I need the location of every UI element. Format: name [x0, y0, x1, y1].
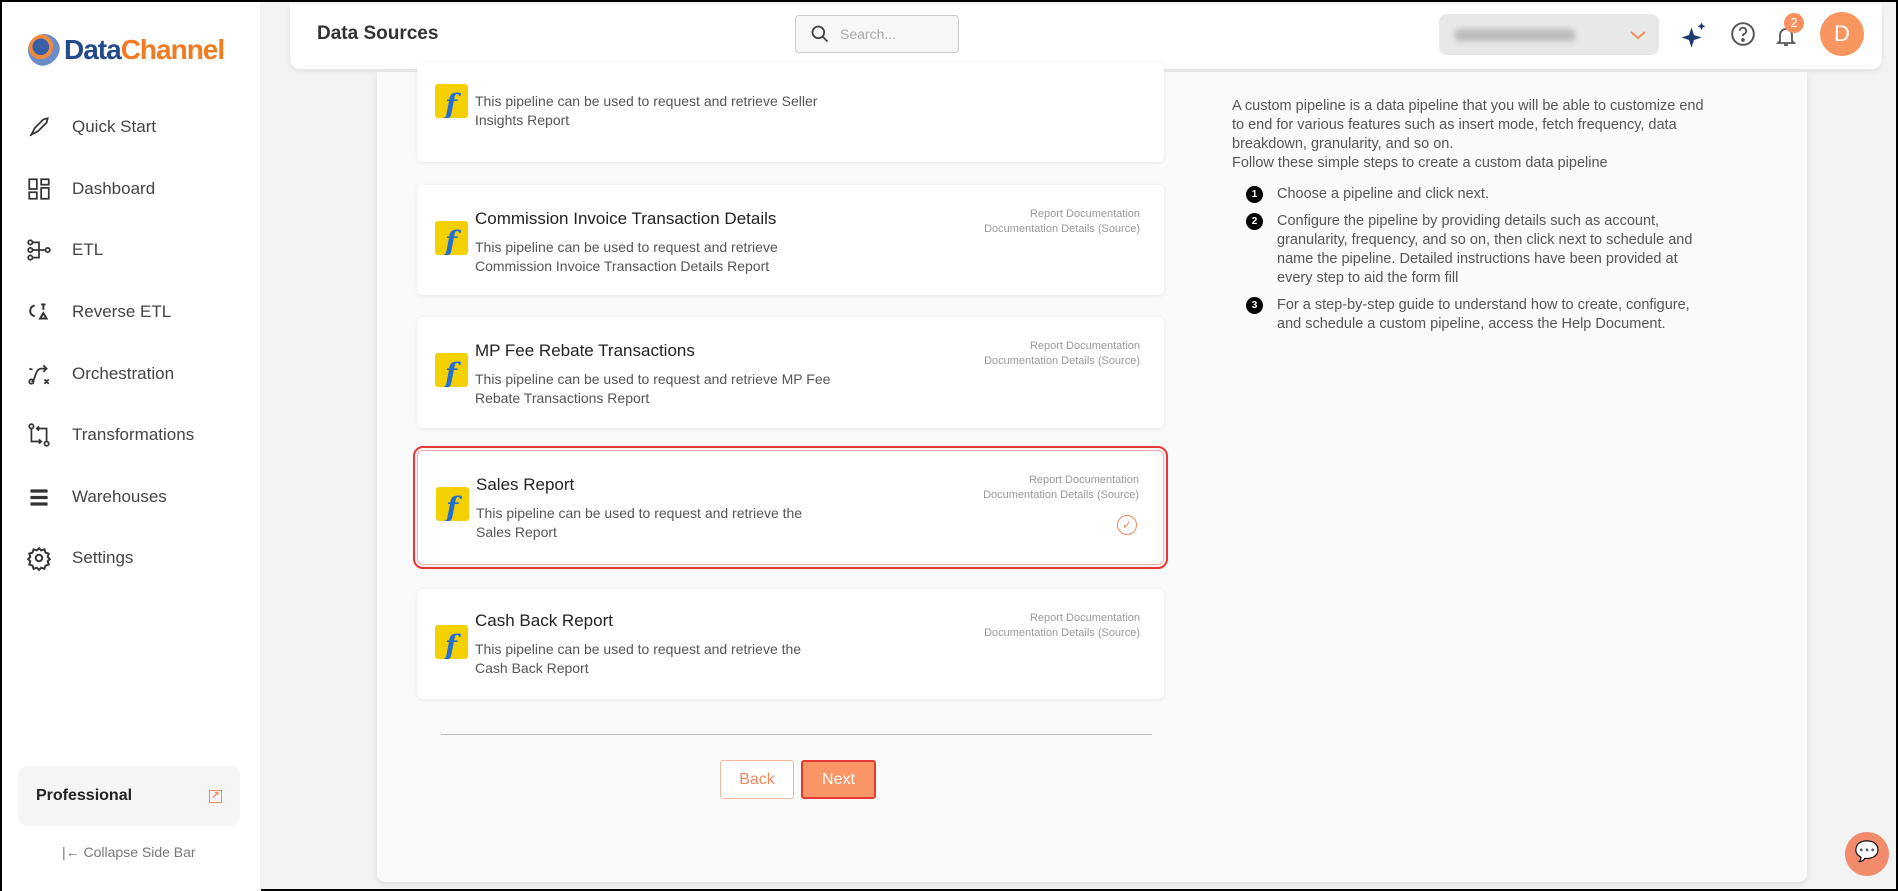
- search-placeholder: Search...: [840, 26, 897, 42]
- sidebar-item-label: Dashboard: [72, 179, 156, 198]
- datachannel-logo[interactable]: Data Channel: [28, 34, 225, 66]
- workspace-dropdown[interactable]: [1439, 14, 1659, 55]
- sidebar-item-label: Reverse ETL: [72, 302, 172, 321]
- flipkart-icon: f: [435, 625, 468, 659]
- plan-card[interactable]: Professional ↗: [18, 766, 240, 826]
- reverse-etl-icon: [29, 303, 49, 320]
- documentation-details-link[interactable]: Documentation Details (Source): [984, 626, 1140, 641]
- chevron-down-icon: [1630, 30, 1646, 39]
- divider: [441, 734, 1152, 735]
- selected-check-icon: ✓: [1117, 515, 1137, 535]
- sidebar: Data Channel Quick Start Dashboard ETL Re…: [2, 2, 261, 891]
- card-description: This pipeline can be used to request and…: [475, 93, 818, 128]
- pipeline-card[interactable]: f Commission Invoice Transaction Details…: [417, 185, 1164, 295]
- collapse-label: Collapse Side Bar: [83, 844, 196, 860]
- logo-mark-icon: [28, 34, 60, 66]
- card-description: This pipeline can be used to request and…: [475, 371, 831, 406]
- card-description: This pipeline can be used to request and…: [475, 239, 778, 274]
- gear-icon: [26, 546, 52, 571]
- help-icon[interactable]: [1730, 21, 1756, 47]
- card-description: This pipeline can be used to request and…: [475, 641, 802, 676]
- step-number: 3: [1246, 297, 1263, 314]
- card-title: MP Fee Rebate Transactions: [475, 341, 695, 360]
- sidebar-item-reverse-etl[interactable]: Reverse ETL: [26, 299, 171, 325]
- sidebar-item-transformations[interactable]: Transformations: [26, 422, 194, 448]
- sidebar-item-etl[interactable]: ETL: [26, 237, 103, 263]
- card-title: Commission Invoice Transaction Details: [475, 209, 777, 228]
- transformations-icon: [28, 423, 50, 447]
- step-text: For a step-by-step guide to understand h…: [1277, 297, 1690, 332]
- step-item: 1 Choose a pipeline and click next.: [1232, 185, 1712, 204]
- flipkart-icon: f: [435, 221, 468, 255]
- card-title: Cash Back Report: [475, 611, 613, 630]
- report-documentation-link[interactable]: Report Documentation: [984, 207, 1140, 222]
- documentation-details-link[interactable]: Documentation Details (Source): [983, 488, 1139, 503]
- main-panel: f This pipeline can be used to request a…: [377, 62, 1807, 882]
- search-icon: [811, 25, 829, 43]
- sidebar-item-quick-start[interactable]: Quick Start: [26, 114, 156, 140]
- external-link-icon[interactable]: ↗: [209, 789, 222, 803]
- avatar[interactable]: D: [1820, 12, 1864, 56]
- sidebar-item-label: Settings: [72, 548, 134, 567]
- instructions-panel: A custom pipeline is a data pipeline tha…: [1232, 97, 1712, 342]
- back-button[interactable]: Back: [720, 760, 794, 799]
- workspace-name-blurred: [1455, 28, 1575, 41]
- rocket-icon: [29, 117, 49, 137]
- card-description: This pipeline can be used to request and…: [476, 505, 803, 540]
- documentation-details-link[interactable]: Documentation Details (Source): [984, 222, 1140, 237]
- sidebar-item-dashboard[interactable]: Dashboard: [26, 176, 155, 202]
- flipkart-icon: f: [436, 487, 469, 521]
- sidebar-item-label: Warehouses: [72, 487, 167, 506]
- pipeline-card[interactable]: f Cash Back Report This pipeline can be …: [417, 589, 1164, 699]
- plan-name: Professional: [36, 787, 133, 804]
- step-text: Configure the pipeline by providing deta…: [1277, 213, 1693, 286]
- documentation-details-link[interactable]: Documentation Details (Source): [984, 354, 1140, 369]
- logo-text-data: Data: [64, 34, 122, 65]
- chat-bubble-icon: 💬: [1854, 841, 1880, 863]
- next-button[interactable]: Next: [801, 760, 876, 799]
- sidebar-item-label: Quick Start: [72, 117, 157, 136]
- search-input[interactable]: Search...: [795, 15, 959, 53]
- orchestration-icon: [28, 364, 50, 385]
- collapse-sidebar-button[interactable]: |← Collapse Side Bar: [62, 844, 196, 860]
- flipkart-icon: f: [435, 84, 468, 118]
- step-item: 3 For a step-by-step guide to understand …: [1232, 296, 1712, 334]
- flipkart-icon: f: [435, 353, 468, 387]
- warehouses-icon: [30, 489, 48, 506]
- step-item: 2 Configure the pipeline by providing det…: [1232, 212, 1712, 288]
- pipeline-card[interactable]: f This pipeline can be used to request a…: [417, 62, 1164, 162]
- chat-support-button[interactable]: 💬: [1845, 832, 1889, 876]
- page-title: Data Sources: [317, 23, 439, 44]
- sidebar-item-warehouses[interactable]: Warehouses: [26, 484, 167, 510]
- follow-steps-text: Follow these simple steps to create a cu…: [1232, 155, 1608, 171]
- step-number: 1: [1246, 186, 1263, 203]
- sidebar-item-label: Transformations: [72, 425, 195, 444]
- report-documentation-link[interactable]: Report Documentation: [983, 473, 1139, 488]
- top-header: Data Sources Search... 2 D: [290, 4, 1882, 69]
- card-title: Sales Report: [476, 475, 575, 494]
- notification-badge: 2: [1784, 13, 1804, 33]
- etl-icon: [27, 239, 51, 261]
- step-text: Choose a pipeline and click next.: [1277, 186, 1489, 202]
- sidebar-item-settings[interactable]: Settings: [26, 545, 133, 571]
- logo-text-channel: Channel: [120, 34, 225, 65]
- sidebar-item-orchestration[interactable]: Orchestration: [26, 361, 174, 387]
- intro-text: A custom pipeline is a data pipeline tha…: [1232, 98, 1704, 152]
- collapse-arrow-icon: |←: [62, 844, 84, 860]
- step-number: 2: [1246, 213, 1263, 230]
- report-documentation-link[interactable]: Report Documentation: [984, 339, 1140, 354]
- sidebar-item-label: ETL: [72, 240, 104, 259]
- sidebar-item-label: Orchestration: [72, 364, 175, 383]
- dashboard-icon: [28, 178, 50, 200]
- pipeline-card[interactable]: f MP Fee Rebate Transactions This pipeli…: [417, 317, 1164, 428]
- sparkle-ai-icon[interactable]: [1679, 20, 1709, 50]
- pipeline-card-selected[interactable]: f Sales Report This pipeline can be used…: [413, 446, 1168, 569]
- report-documentation-link[interactable]: Report Documentation: [984, 611, 1140, 626]
